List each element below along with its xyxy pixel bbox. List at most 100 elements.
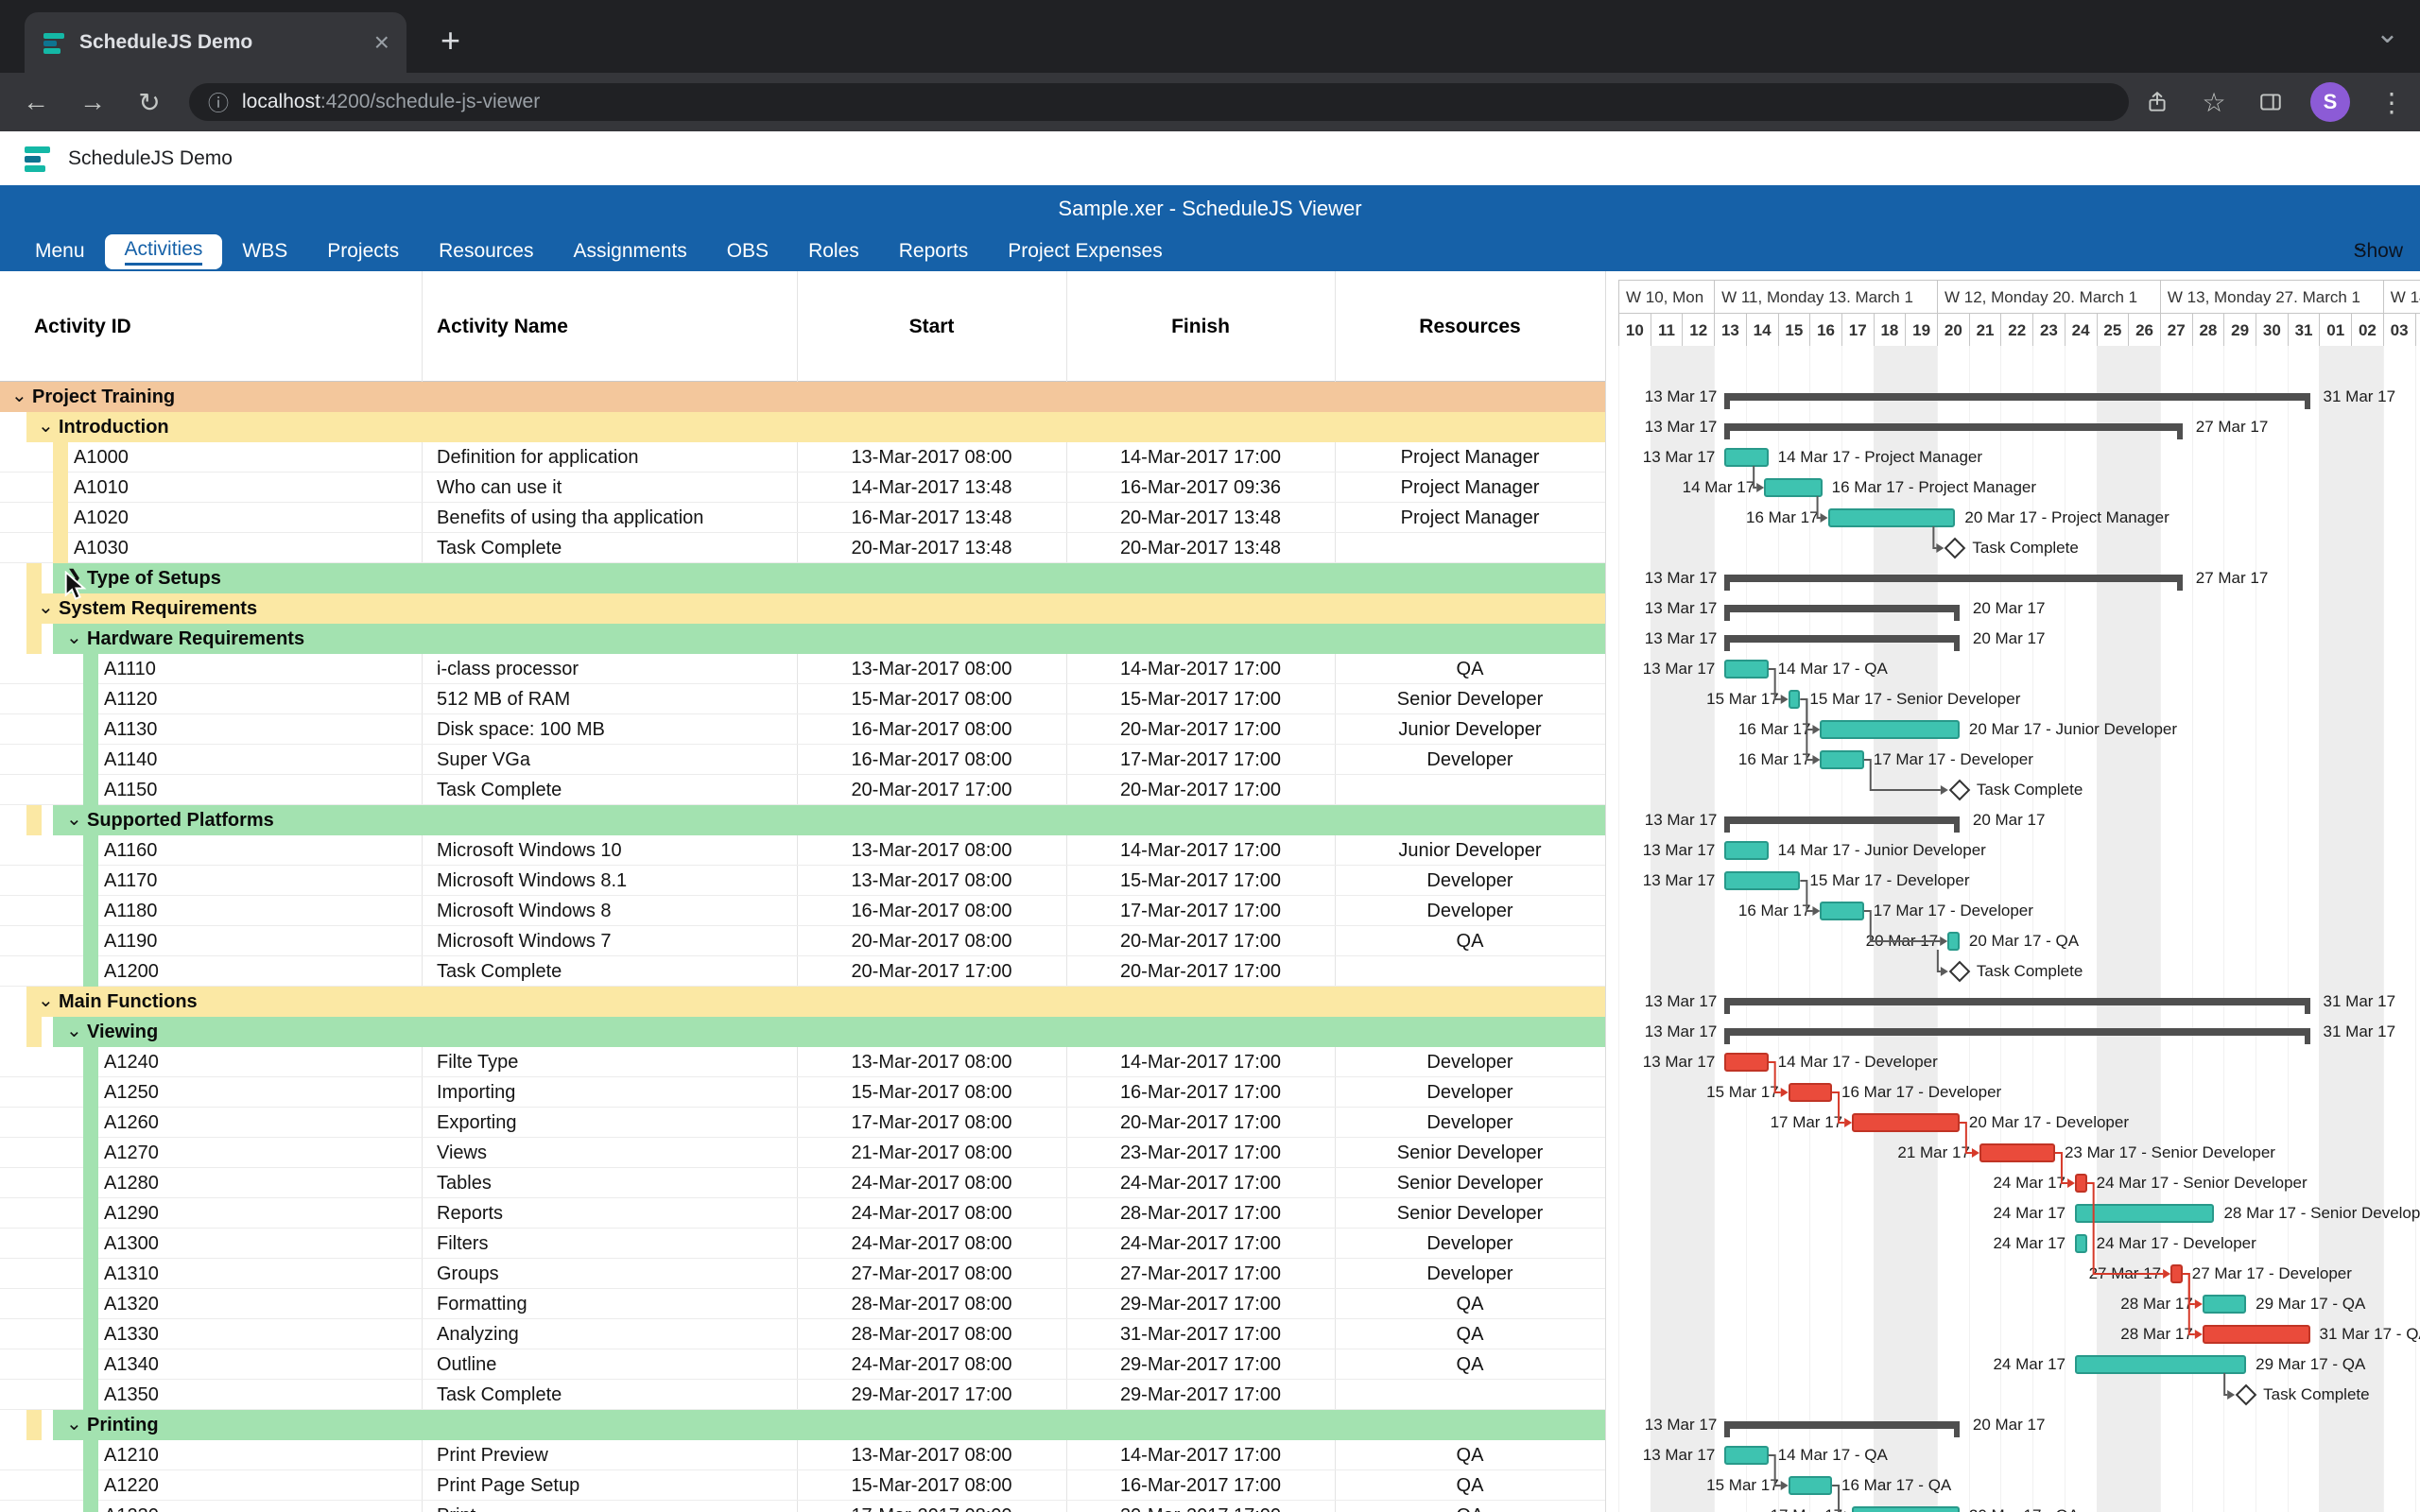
group-row[interactable]: ⌄Supported Platforms	[0, 805, 1605, 835]
task-row[interactable]: A1150Task Complete20-Mar-2017 17:0020-Ma…	[0, 775, 1605, 805]
group-row[interactable]: ❯Type of Setups	[0, 563, 1605, 593]
cell-start: 14-Mar-2017 13:48	[797, 472, 1066, 503]
task-row[interactable]: A1210Print Preview13-Mar-2017 08:0014-Ma…	[0, 1440, 1605, 1470]
task-row[interactable]: A1010Who can use it14-Mar-2017 13:4816-M…	[0, 472, 1605, 503]
cell-resources: Developer	[1335, 1259, 1605, 1289]
cell-finish: 24-Mar-2017 17:00	[1066, 1228, 1335, 1259]
group-row-background	[26, 412, 1605, 442]
task-row[interactable]: A1290Reports24-Mar-2017 08:0028-Mar-2017…	[0, 1198, 1605, 1228]
group-row[interactable]: ⌄Introduction	[0, 412, 1605, 442]
task-row[interactable]: A1260Exporting17-Mar-2017 08:0020-Mar-20…	[0, 1108, 1605, 1138]
collapse-chevron-icon[interactable]: ⌄	[66, 1017, 82, 1047]
task-row[interactable]: A1000Definition for application13-Mar-20…	[0, 442, 1605, 472]
cell-start: 28-Mar-2017 08:00	[797, 1289, 1066, 1319]
cell-resources	[1335, 533, 1605, 563]
cell-activity-id: A1000	[74, 442, 129, 472]
task-row[interactable]: A1220Print Page Setup15-Mar-2017 08:0016…	[0, 1470, 1605, 1501]
cell-start: 13-Mar-2017 08:00	[797, 654, 1066, 684]
task-indent-strip	[83, 1228, 98, 1259]
cell-activity-name: Filte Type	[437, 1047, 518, 1077]
task-row[interactable]: A1340Outline24-Mar-2017 08:0029-Mar-2017…	[0, 1349, 1605, 1380]
cell-activity-id: A1330	[104, 1319, 159, 1349]
cell-finish: 15-Mar-2017 17:00	[1066, 866, 1335, 896]
collapse-chevron-icon[interactable]: ⌄	[66, 624, 82, 654]
collapse-chevron-icon[interactable]: ⌄	[66, 805, 82, 835]
cell-activity-name: Reports	[437, 1198, 503, 1228]
collapse-chevron-icon[interactable]: ⌄	[11, 382, 27, 412]
task-row[interactable]: A1170Microsoft Windows 8.113-Mar-2017 08…	[0, 866, 1605, 896]
task-row[interactable]: A1030Task Complete20-Mar-2017 13:4820-Ma…	[0, 533, 1605, 563]
cell-resources: Senior Developer	[1335, 1138, 1605, 1168]
group-row-background	[26, 593, 1605, 624]
cell-start: 20-Mar-2017 08:00	[797, 926, 1066, 956]
task-row[interactable]: A1330Analyzing28-Mar-2017 08:0031-Mar-20…	[0, 1319, 1605, 1349]
group-row[interactable]: ⌄Printing	[0, 1410, 1605, 1440]
cell-activity-id: A1170	[104, 866, 157, 896]
task-row[interactable]: A1310Groups27-Mar-2017 08:0027-Mar-2017 …	[0, 1259, 1605, 1289]
cell-activity-name: i-class processor	[437, 654, 579, 684]
collapse-chevron-icon[interactable]: ⌄	[38, 412, 54, 442]
cell-start: 17-Mar-2017 08:00	[797, 1108, 1066, 1138]
task-row[interactable]: A1190Microsoft Windows 720-Mar-2017 08:0…	[0, 926, 1605, 956]
task-row[interactable]: A1280Tables24-Mar-2017 08:0024-Mar-2017 …	[0, 1168, 1605, 1198]
cell-activity-id: A1230	[104, 1501, 159, 1512]
task-row[interactable]: A1140Super VGa16-Mar-2017 08:0017-Mar-20…	[0, 745, 1605, 775]
group-row[interactable]: ⌄System Requirements	[0, 593, 1605, 624]
cell-activity-name: Benefits of using tha application	[437, 503, 703, 533]
task-row[interactable]: A1120512 MB of RAM15-Mar-2017 08:0015-Ma…	[0, 684, 1605, 714]
cell-activity-name: Who can use it	[437, 472, 562, 503]
cell-finish: 29-Mar-2017 17:00	[1066, 1349, 1335, 1380]
task-indent-strip	[83, 1380, 98, 1410]
collapse-chevron-icon[interactable]: ⌄	[38, 987, 54, 1017]
cell-resources: Developer	[1335, 1108, 1605, 1138]
cell-finish: 20-Mar-2017 17:00	[1066, 714, 1335, 745]
cell-activity-id: A1250	[104, 1077, 159, 1108]
group-label: Supported Platforms	[87, 805, 274, 835]
task-row[interactable]: A1230Print17-Mar-2017 08:0020-Mar-2017 1…	[0, 1501, 1605, 1512]
task-row[interactable]: A1240Filte Type13-Mar-2017 08:0014-Mar-2…	[0, 1047, 1605, 1077]
task-row[interactable]: A1250Importing15-Mar-2017 08:0016-Mar-20…	[0, 1077, 1605, 1108]
cell-start: 13-Mar-2017 08:00	[797, 1440, 1066, 1470]
cell-start: 16-Mar-2017 08:00	[797, 714, 1066, 745]
cell-activity-id: A1270	[104, 1138, 159, 1168]
task-row[interactable]: A1300Filters24-Mar-2017 08:0024-Mar-2017…	[0, 1228, 1605, 1259]
cell-resources: QA	[1335, 654, 1605, 684]
cell-activity-name: Microsoft Windows 10	[437, 835, 622, 866]
cell-resources: QA	[1335, 1319, 1605, 1349]
cell-start: 24-Mar-2017 08:00	[797, 1198, 1066, 1228]
task-row[interactable]: A1320Formatting28-Mar-2017 08:0029-Mar-2…	[0, 1289, 1605, 1319]
cell-start: 20-Mar-2017 13:48	[797, 533, 1066, 563]
cell-activity-id: A1120	[104, 684, 157, 714]
task-indent-strip	[83, 835, 98, 866]
cell-activity-id: A1300	[104, 1228, 159, 1259]
task-row[interactable]: A1110i-class processor13-Mar-2017 08:001…	[0, 654, 1605, 684]
task-row[interactable]: A1160Microsoft Windows 1013-Mar-2017 08:…	[0, 835, 1605, 866]
task-row[interactable]: A1020Benefits of using tha application16…	[0, 503, 1605, 533]
collapse-chevron-icon[interactable]: ⌄	[66, 1410, 82, 1440]
cell-start: 21-Mar-2017 08:00	[797, 1138, 1066, 1168]
task-indent-strip	[83, 896, 98, 926]
cell-resources: Senior Developer	[1335, 1198, 1605, 1228]
collapse-chevron-icon[interactable]: ⌄	[38, 593, 54, 624]
cell-finish: 17-Mar-2017 17:00	[1066, 745, 1335, 775]
cell-resources: Junior Developer	[1335, 714, 1605, 745]
cell-activity-id: A1240	[104, 1047, 159, 1077]
cell-start: 16-Mar-2017 08:00	[797, 896, 1066, 926]
task-indent-strip	[83, 714, 98, 745]
group-row[interactable]: ⌄Main Functions	[0, 987, 1605, 1017]
task-indent-strip	[53, 442, 68, 472]
task-row[interactable]: A1270Views21-Mar-2017 08:0023-Mar-2017 1…	[0, 1138, 1605, 1168]
cell-activity-name: Tables	[437, 1168, 492, 1198]
group-row[interactable]: ⌄Project Training	[0, 382, 1605, 412]
cell-activity-id: A1010	[74, 472, 129, 503]
group-row[interactable]: ⌄Hardware Requirements	[0, 624, 1605, 654]
cell-start: 24-Mar-2017 08:00	[797, 1349, 1066, 1380]
task-indent-strip	[83, 1289, 98, 1319]
cell-resources	[1335, 1380, 1605, 1410]
group-row[interactable]: ⌄Viewing	[0, 1017, 1605, 1047]
task-row[interactable]: A1350Task Complete29-Mar-2017 17:0029-Ma…	[0, 1380, 1605, 1410]
task-row[interactable]: A1130Disk space: 100 MB16-Mar-2017 08:00…	[0, 714, 1605, 745]
task-row[interactable]: A1200Task Complete20-Mar-2017 17:0020-Ma…	[0, 956, 1605, 987]
task-row[interactable]: A1180Microsoft Windows 816-Mar-2017 08:0…	[0, 896, 1605, 926]
cell-finish: 14-Mar-2017 17:00	[1066, 442, 1335, 472]
